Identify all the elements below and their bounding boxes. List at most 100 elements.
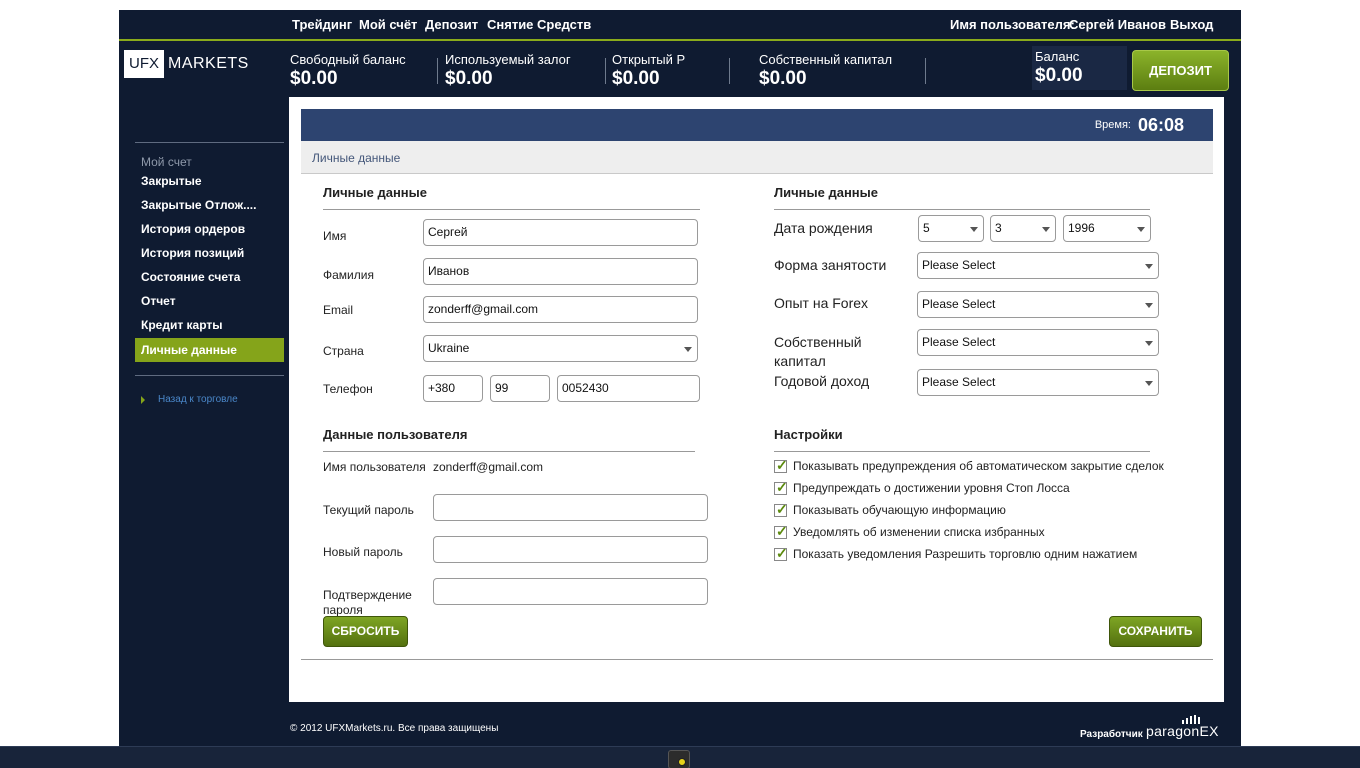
country-select[interactable]: Ukraine bbox=[423, 335, 698, 362]
main-panel: Время: 06:08 Личные данные Личные данные… bbox=[289, 97, 1224, 702]
setting-label: Показывать предупреждения об автоматичес… bbox=[793, 459, 1164, 473]
sidebar-item-position-history[interactable]: История позиций bbox=[135, 241, 284, 265]
open-pl-value: $0.00 bbox=[612, 68, 660, 89]
app-window: Трейдинг Мой счёт Депозит Снятие Средств… bbox=[119, 10, 1241, 746]
user-username-label: Имя пользователя bbox=[323, 460, 426, 474]
sidebar-item-credit-cards[interactable]: Кредит карты bbox=[135, 313, 284, 337]
panel-divider bbox=[301, 659, 1213, 660]
paragonex-name: paragonEX bbox=[1146, 723, 1219, 739]
phone-code-input[interactable]: +380 bbox=[423, 375, 483, 402]
employment-label: Форма занятости bbox=[774, 257, 887, 273]
deposit-button[interactable]: ДЕПОЗИТ bbox=[1132, 50, 1229, 91]
capital-select[interactable]: Please Select bbox=[917, 329, 1159, 356]
used-margin-label: Используемый залог bbox=[445, 52, 571, 67]
developer-label: Разработчик bbox=[1080, 729, 1143, 740]
forex-experience-select[interactable]: Please Select bbox=[917, 291, 1159, 318]
username-display: Сергей Иванов bbox=[1069, 17, 1166, 32]
stat-divider bbox=[729, 58, 730, 84]
birth-month-value: 3 bbox=[995, 221, 1002, 235]
checkbox[interactable]: ✓ bbox=[774, 545, 788, 561]
balance-value: $0.00 bbox=[1035, 65, 1083, 86]
logout-link[interactable]: Выход bbox=[1170, 17, 1213, 32]
sidebar-item-closed-pending[interactable]: Закрытые Отлож.... bbox=[135, 193, 284, 217]
sidebar-divider bbox=[135, 375, 284, 376]
forex-experience-value: Please Select bbox=[922, 297, 996, 311]
stat-divider bbox=[437, 58, 438, 84]
app-taskbar-icon[interactable] bbox=[668, 750, 690, 768]
checkbox[interactable]: ✓ bbox=[774, 501, 788, 517]
setting-label: Предупреждать о достижении уровня Стоп Л… bbox=[793, 481, 1070, 495]
new-password-label: Новый пароль bbox=[323, 545, 403, 559]
phone-number-input[interactable]: 0052430 bbox=[557, 375, 700, 402]
setting-label: Показывать обучающую информацию bbox=[793, 503, 1006, 517]
sidebar-item-order-history[interactable]: История ордеров bbox=[135, 217, 284, 241]
chevron-down-icon bbox=[1145, 264, 1153, 269]
country-label: Страна bbox=[323, 344, 364, 358]
open-pl-label: Открытый Р bbox=[612, 52, 686, 67]
annual-income-select[interactable]: Please Select bbox=[917, 369, 1159, 396]
chevron-down-icon bbox=[970, 227, 978, 232]
open-pl: Открытый Р $0.00 bbox=[612, 52, 685, 90]
reset-button[interactable]: СБРОСИТЬ bbox=[323, 616, 408, 647]
last-name-label: Фамилия bbox=[323, 268, 374, 282]
birth-month-select[interactable]: 3 bbox=[990, 215, 1056, 242]
time-bar: Время: 06:08 bbox=[301, 109, 1213, 141]
taskbar bbox=[0, 746, 1360, 768]
sidebar-item-report[interactable]: Отчет bbox=[135, 289, 284, 313]
new-password-input[interactable] bbox=[433, 536, 708, 563]
confirm-password-label-line2: пароля bbox=[323, 603, 363, 617]
phone-area-input[interactable]: 99 bbox=[490, 375, 550, 402]
phone-label: Телефон bbox=[323, 382, 373, 396]
capital-value: Please Select bbox=[922, 335, 996, 349]
sidebar-item-closed[interactable]: Закрытые bbox=[135, 169, 284, 193]
nav-deposit[interactable]: Депозит bbox=[425, 17, 478, 32]
capital-label: Собственный bbox=[774, 334, 862, 350]
current-password-label: Текущий пароль bbox=[323, 503, 414, 517]
birth-day-value: 5 bbox=[923, 221, 930, 235]
check-icon: ✓ bbox=[776, 523, 788, 539]
setting-label: Уведомлять об изменении списка избранных bbox=[793, 525, 1045, 539]
forex-experience-label: Опыт на Forex bbox=[774, 295, 869, 311]
country-value: Ukraine bbox=[428, 341, 470, 355]
back-to-trading-label: Назад к торговле bbox=[158, 394, 238, 405]
nav-trading[interactable]: Трейдинг bbox=[292, 17, 352, 32]
nav-my-account[interactable]: Мой счёт bbox=[359, 17, 417, 32]
birth-year-select[interactable]: 1996 bbox=[1063, 215, 1151, 242]
employment-value: Please Select bbox=[922, 258, 996, 272]
check-icon: ✓ bbox=[776, 457, 788, 473]
breadcrumb: Личные данные bbox=[301, 141, 1213, 174]
personal2-section-title: Личные данные bbox=[774, 185, 1150, 210]
balance-label: Баланс bbox=[1035, 49, 1080, 64]
back-to-trading-link[interactable]: Назад к торговле bbox=[135, 394, 238, 405]
top-navigation: Трейдинг Мой счёт Депозит Снятие Средств… bbox=[119, 10, 1241, 41]
save-button[interactable]: СОХРАНИТЬ bbox=[1109, 616, 1202, 647]
current-password-input[interactable] bbox=[433, 494, 708, 521]
employment-select[interactable]: Please Select bbox=[917, 252, 1159, 279]
sidebar-item-account-status[interactable]: Состояние счета bbox=[135, 265, 284, 289]
first-name-label: Имя bbox=[323, 229, 347, 243]
checkbox[interactable]: ✓ bbox=[774, 457, 788, 473]
birth-date-label: Дата рождения bbox=[774, 220, 873, 236]
chevron-down-icon bbox=[684, 347, 692, 352]
sidebar-item-personal-data[interactable]: Личные данные bbox=[135, 338, 284, 362]
sidebar-title: Мой счет bbox=[141, 155, 192, 169]
email-input[interactable]: zonderff@gmail.com bbox=[423, 296, 698, 323]
logo-text: MARKETS bbox=[168, 55, 249, 72]
setting-label: Показать уведомления Разрешить торговлю … bbox=[793, 547, 1138, 561]
equity: Собственный капитал $0.00 bbox=[759, 52, 892, 90]
birth-day-select[interactable]: 5 bbox=[918, 215, 984, 242]
last-name-input[interactable]: Иванов bbox=[423, 258, 698, 285]
confirm-password-input[interactable] bbox=[433, 578, 708, 605]
checkbox[interactable]: ✓ bbox=[774, 523, 788, 539]
ufx-logo[interactable]: UFX MARKETS bbox=[124, 50, 248, 78]
first-name-input[interactable]: Сергей bbox=[423, 219, 698, 246]
time-label: Время: bbox=[1094, 119, 1131, 131]
chevron-down-icon bbox=[1145, 303, 1153, 308]
capital-label-line2: капитал bbox=[774, 353, 826, 369]
equity-value: $0.00 bbox=[759, 68, 807, 89]
nav-withdraw[interactable]: Снятие Средств bbox=[487, 17, 591, 32]
logo-box: UFX bbox=[124, 50, 164, 78]
checkbox[interactable]: ✓ bbox=[774, 479, 788, 495]
arrow-right-icon bbox=[141, 396, 145, 404]
confirm-password-label: Подтверждение bbox=[323, 588, 412, 602]
